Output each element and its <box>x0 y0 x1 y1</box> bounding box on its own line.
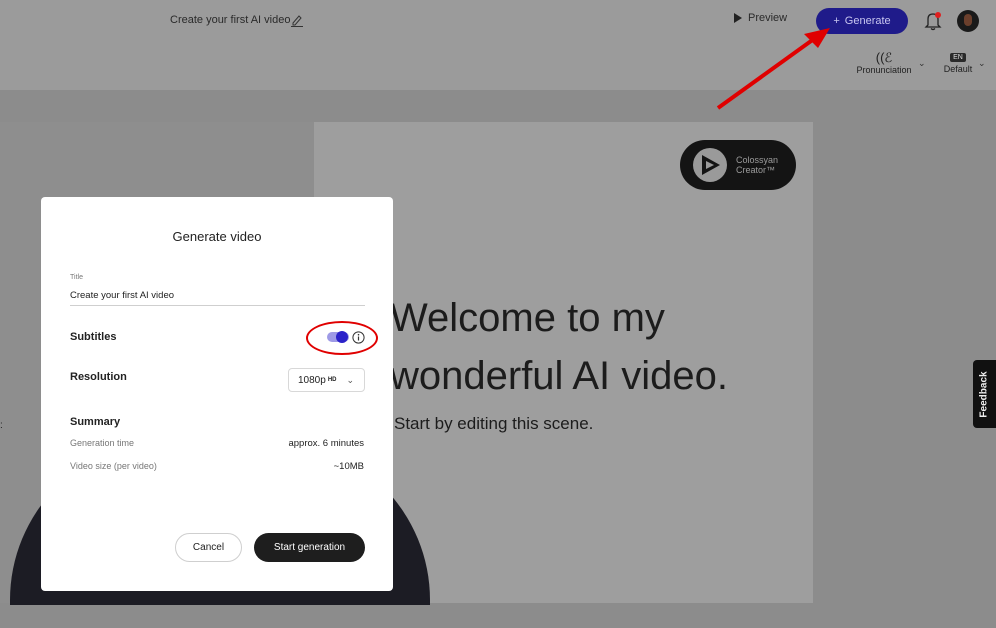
language-label: Default <box>943 64 973 74</box>
chevron-down-icon[interactable]: ⌄ <box>978 58 986 69</box>
language-badge: EN <box>950 53 966 62</box>
generation-time-value: approx. 6 minutes <box>288 438 364 449</box>
pronunciation-icon: ((ℰ <box>875 50 893 65</box>
annotation-arrow <box>716 28 830 110</box>
resolution-select[interactable]: 1080p HD ⌄ <box>288 368 365 392</box>
feedback-tab[interactable]: Feedback <box>973 360 996 428</box>
feedback-label: Feedback <box>979 370 991 418</box>
resolution-label: Resolution <box>70 371 127 383</box>
title-field-label: Title <box>70 274 83 281</box>
secondary-toolbar: ((ℰ Pronunciation ⌄ EN Default ⌄ <box>0 44 996 90</box>
annotation-circle <box>306 321 378 355</box>
generation-time-label: Generation time <box>70 438 135 448</box>
pronunciation-label: Pronunciation <box>856 65 912 75</box>
resolution-value: 1080p <box>298 374 326 386</box>
logo-line2: Creator™ <box>736 165 776 175</box>
start-generation-button[interactable]: Start generation <box>254 533 365 562</box>
headline-line-2[interactable]: wonderful AI video. <box>390 354 728 399</box>
document-title[interactable]: Create your first AI video <box>170 14 290 26</box>
edge-mark: : <box>0 420 3 431</box>
bell-icon[interactable] <box>924 11 942 31</box>
pencil-icon[interactable] <box>291 13 303 27</box>
top-bar: Create your first AI video Preview + Gen… <box>0 0 996 44</box>
colossyan-logo: Colossyan Creator™ <box>680 140 796 190</box>
logo-line1: Colossyan <box>736 155 779 165</box>
summary-heading: Summary <box>70 416 121 428</box>
video-size-label: Video size (per video) <box>70 461 157 471</box>
avatar[interactable] <box>957 10 979 32</box>
pronunciation-button[interactable]: ((ℰ Pronunciation <box>852 50 916 76</box>
video-size-value: ~10MB <box>333 461 364 472</box>
cancel-button[interactable]: Cancel <box>175 533 242 562</box>
title-field[interactable]: Create your first AI video <box>70 290 174 301</box>
headline-line-1[interactable]: Welcome to my <box>390 296 665 341</box>
title-field-underline <box>70 305 365 306</box>
dialog-title: Generate video <box>172 229 262 244</box>
language-button[interactable]: EN Default <box>940 51 976 74</box>
logo-mark-icon <box>693 148 727 182</box>
subtitles-label: Subtitles <box>70 331 117 343</box>
generate-video-dialog: Generate video Title Create your first A… <box>41 197 393 591</box>
chevron-down-icon[interactable]: ⌄ <box>918 58 926 69</box>
generate-label: Generate <box>844 15 891 27</box>
chevron-down-icon: ⌄ <box>346 374 355 385</box>
scene-subtitle[interactable]: Start by editing this scene. <box>394 414 593 434</box>
hd-badge: HD <box>327 377 337 383</box>
